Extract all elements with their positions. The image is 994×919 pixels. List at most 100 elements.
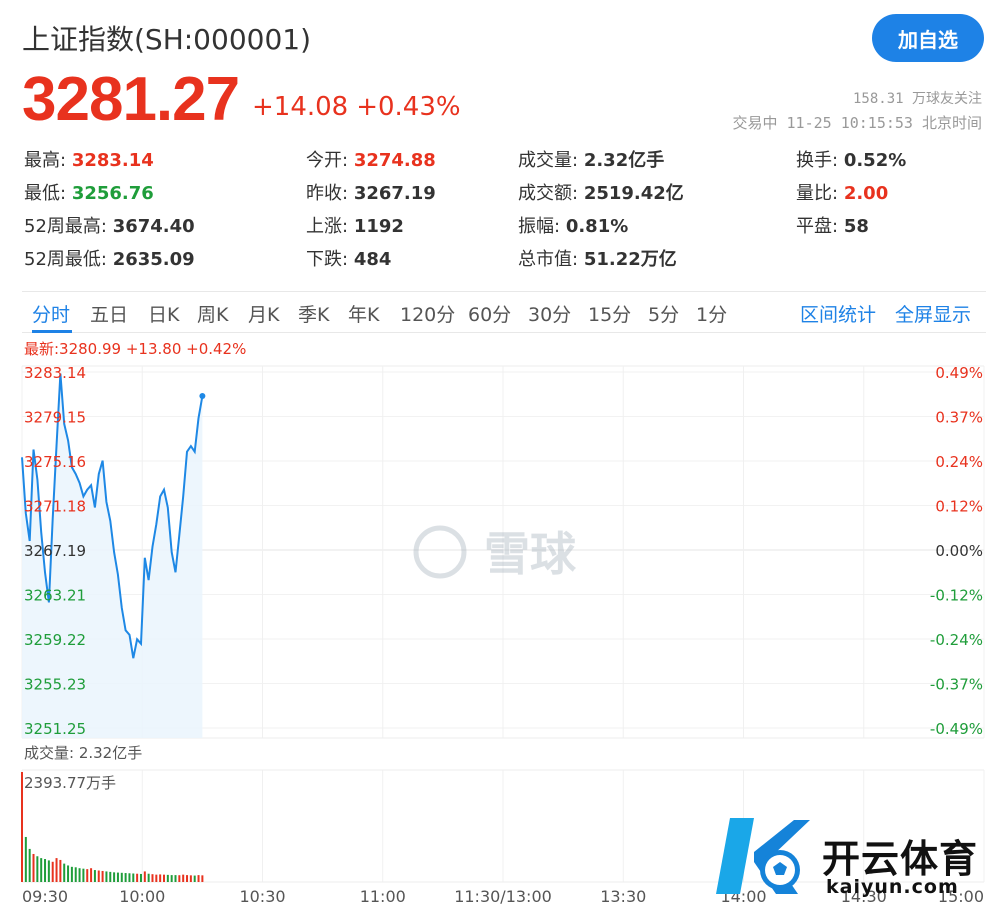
- volume-bar: [155, 874, 158, 882]
- volume-label: 成交量: 2.32亿手: [24, 744, 143, 762]
- stat-item: 下跌: 484: [306, 245, 391, 271]
- volume-bar: [36, 856, 39, 882]
- stock-title: 上证指数(SH:000001): [22, 23, 311, 56]
- chart-tabs: 分时 五日 日K 周K 月K 季K 年K 120分 60分 30分 15分 5分 1分 区间统计 全屏显示: [22, 291, 986, 333]
- volume-bar: [47, 860, 50, 882]
- brand-name: 开云体育: [822, 837, 979, 881]
- stat-label: 成交额:: [518, 183, 579, 204]
- stat-item: 换手: 0.52%: [796, 146, 906, 172]
- tab-8[interactable]: 60分: [468, 300, 511, 327]
- volume-bar: [170, 875, 173, 882]
- volume-bar: [93, 870, 96, 882]
- active-tab-underline: [32, 330, 72, 333]
- x-tick: 13:30: [600, 887, 646, 906]
- volume-bar: [136, 873, 139, 882]
- stat-value: 3274.88: [353, 150, 436, 171]
- volume-bar: [82, 868, 85, 882]
- brand-url: kaiyun.com: [826, 876, 959, 898]
- volume-bar: [186, 875, 189, 882]
- volume-bar: [24, 836, 27, 882]
- stat-label: 今开:: [306, 150, 349, 171]
- stat-label: 昨收:: [306, 183, 349, 204]
- tab-2[interactable]: 日K: [148, 300, 179, 327]
- stat-label: 成交量:: [518, 150, 579, 171]
- volume-max-label: 2393.77万手: [24, 774, 117, 792]
- stat-item: 52周最低: 2635.09: [24, 245, 195, 271]
- watermark: 雪球: [413, 525, 577, 581]
- price-change: +14.08 +0.43%: [252, 92, 469, 122]
- stat-value: 2635.09: [112, 249, 195, 270]
- watermark-text: 雪球: [484, 527, 577, 581]
- volume-bar: [63, 863, 66, 882]
- volume-bar: [201, 875, 204, 882]
- y-tick-left: 3271.18: [24, 498, 86, 516]
- volume-bar: [101, 870, 104, 882]
- tab-5[interactable]: 季K: [298, 300, 329, 327]
- stat-value: 2.00: [843, 183, 889, 204]
- y-tick-right: 0.00%: [935, 542, 983, 560]
- tab-4[interactable]: 月K: [248, 300, 279, 327]
- stat-item: 成交额: 2519.42亿: [518, 179, 684, 205]
- trading-status: 交易中 11-25 10:15:53 北京时间: [732, 114, 983, 132]
- volume-bar: [128, 873, 131, 882]
- stat-label: 最低:: [24, 183, 67, 204]
- x-tick: 11:30/13:00: [454, 887, 552, 906]
- stat-label: 振幅:: [518, 216, 561, 237]
- volume-bar: [28, 848, 31, 882]
- stat-label: 量比:: [796, 183, 839, 204]
- stat-value: 3267.19: [353, 183, 436, 204]
- volume-bar: [109, 871, 112, 882]
- stat-value: 2.32亿手: [583, 150, 665, 171]
- tab-6[interactable]: 年K: [348, 300, 379, 327]
- stat-item: 昨收: 3267.19: [306, 179, 436, 205]
- x-tick: 10:30: [239, 887, 285, 906]
- stat-label: 平盘:: [796, 216, 839, 237]
- tab-9[interactable]: 30分: [528, 300, 571, 327]
- price-last-point: [199, 393, 206, 400]
- stat-value: 1192: [353, 216, 404, 237]
- volume-bar: [174, 875, 177, 882]
- stat-item: 最低: 3256.76: [24, 179, 154, 205]
- tab-10[interactable]: 15分: [588, 300, 631, 327]
- volume-bar: [105, 871, 108, 882]
- stat-value: 0.81%: [565, 216, 629, 237]
- stat-item: 量比: 2.00: [796, 179, 888, 205]
- fullscreen-link[interactable]: 全屏显示: [895, 300, 971, 327]
- volume-bar: [166, 874, 169, 882]
- volume-bar: [44, 859, 47, 882]
- y-tick-left: 3263.21: [24, 587, 86, 605]
- tab-0[interactable]: 分时: [32, 300, 70, 327]
- y-tick-right: 0.49%: [935, 364, 983, 382]
- add-to-watchlist-button[interactable]: 加自选: [872, 14, 984, 62]
- volume-bar: [90, 868, 93, 882]
- x-tick: 10:00: [119, 887, 165, 906]
- y-tick-right: -0.12%: [930, 587, 983, 605]
- stat-value: 3674.40: [112, 216, 195, 237]
- volume-bar: [197, 875, 200, 882]
- current-price: 3281.27: [22, 65, 240, 134]
- tab-12[interactable]: 1分: [696, 300, 727, 327]
- volume-bar: [120, 872, 123, 882]
- stat-value: 0.52%: [843, 150, 907, 171]
- volume-bar: [55, 858, 58, 882]
- tab-11[interactable]: 5分: [648, 300, 679, 327]
- y-tick-right: 0.24%: [935, 453, 983, 471]
- volume-bar: [189, 875, 192, 882]
- tab-7[interactable]: 120分: [400, 300, 455, 327]
- stat-value: 3256.76: [71, 183, 154, 204]
- stat-value: 3283.14: [71, 150, 154, 171]
- y-tick-right: -0.37%: [930, 676, 983, 694]
- y-tick-right: -0.49%: [930, 720, 983, 738]
- y-tick-left: 3267.19: [24, 542, 86, 560]
- volume-bar: [147, 873, 150, 882]
- volume-bar: [78, 868, 81, 882]
- volume-bar: [132, 873, 135, 882]
- volume-bar: [74, 867, 77, 882]
- range-stats-link[interactable]: 区间统计: [800, 300, 876, 327]
- volume-bar: [139, 873, 142, 882]
- tab-3[interactable]: 周K: [197, 300, 228, 327]
- y-tick-left: 3259.22: [24, 631, 86, 649]
- tab-1[interactable]: 五日: [90, 300, 128, 327]
- stat-item: 成交量: 2.32亿手: [518, 146, 664, 172]
- volume-bar: [97, 870, 100, 882]
